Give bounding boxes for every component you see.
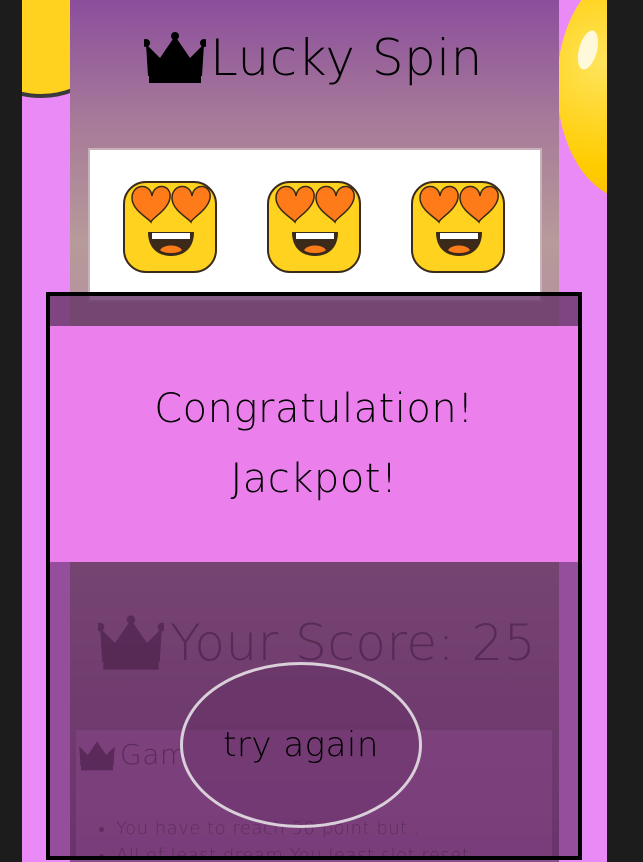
modal-top-strip: [50, 296, 578, 326]
crown-icon: [79, 741, 115, 770]
congratulation-text: Congratulation!: [154, 386, 474, 432]
crown-icon: [144, 32, 206, 83]
crown-icon: [98, 615, 164, 670]
score-label: Your Score: 25: [170, 614, 537, 672]
list-item: All of least dream You least slot reset: [116, 845, 469, 856]
jackpot-text: Jackpot!: [230, 456, 398, 502]
title-row: Lucky Spin: [144, 18, 483, 98]
reel-1: [122, 178, 218, 274]
decorative-emoji-right-icon: [557, 0, 607, 200]
reel-3: [410, 178, 506, 274]
try-again-label: try again: [223, 725, 379, 765]
heart-eyes-emoji-icon: [411, 181, 505, 273]
rules-title: Gam: [120, 738, 188, 771]
slot-reels: [88, 148, 542, 302]
heart-eyes-emoji-icon: [123, 181, 217, 273]
game-viewport: Lucky Spin Congratulation! Jackpot! Your…: [22, 0, 607, 862]
result-modal: Congratulation! Jackpot! Your Score: 25 …: [46, 292, 582, 860]
result-message-box: Congratulation! Jackpot!: [50, 326, 578, 562]
heart-eyes-emoji-icon: [267, 181, 361, 273]
rules-title-row: Gam: [78, 738, 188, 771]
app-title: Lucky Spin: [210, 29, 483, 87]
reel-2: [266, 178, 362, 274]
try-again-button[interactable]: try again: [180, 662, 422, 828]
